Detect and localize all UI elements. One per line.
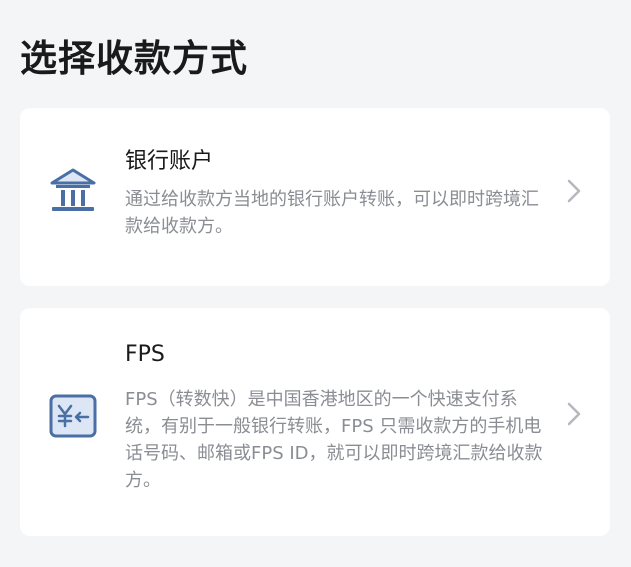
bank-icon (50, 168, 96, 211)
chevron-right-icon (567, 179, 581, 203)
payment-method-fps[interactable]: FPS FPS（转数快）是中国香港地区的一个快速支付系统，有别于一般银行转账，F… (20, 308, 610, 536)
method-description: 通过给收款方当地的银行账户转账，可以即时跨境汇款给收款方。 (125, 189, 539, 237)
method-title: FPS (125, 342, 165, 367)
fps-yen-icon (49, 394, 97, 438)
method-description: FPS（转数快）是中国香港地区的一个快速支付系统，有别于一般银行转账，FPS 只… (125, 389, 543, 491)
page-title: 选择收款方式 (20, 37, 248, 80)
method-title: 银行账户 (125, 149, 214, 174)
chevron-right-icon (567, 402, 581, 426)
payment-method-bank-account[interactable]: 银行账户 通过给收款方当地的银行账户转账，可以即时跨境汇款给收款方。 (20, 108, 610, 286)
